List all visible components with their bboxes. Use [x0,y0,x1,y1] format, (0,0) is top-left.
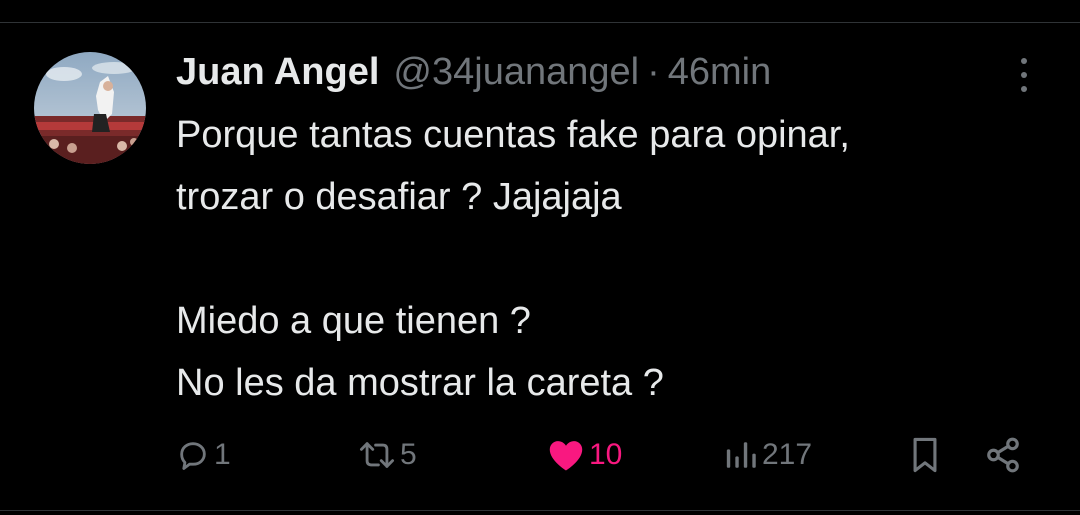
avatar[interactable] [34,52,146,164]
reply-count: 1 [214,438,231,471]
tweet-line: Porque tantas cuentas fake para opinar, [176,114,850,156]
author-name[interactable]: Juan Angel [176,46,379,98]
more-vertical-icon [1021,58,1027,64]
more-options-button[interactable] [1010,56,1038,94]
tweet-line: No les da mostrar la careta ? [176,362,664,404]
bottom-divider [0,510,1080,511]
like-button[interactable]: 10 [547,430,622,480]
views-button[interactable]: 217 [724,430,812,480]
bookmark-button[interactable] [908,430,942,480]
repost-icon [358,438,396,472]
tweet-line: trozar o desafiar ? Jajajaja [176,176,622,218]
tweet-header: Juan Angel @34juanangel · 46min [176,46,771,98]
bookmark-icon [908,436,942,474]
reply-icon [176,438,210,472]
reply-button[interactable]: 1 [176,430,231,480]
like-count: 10 [589,438,623,471]
heart-icon [547,438,585,472]
share-icon [984,436,1022,474]
timestamp[interactable]: 46min [668,46,772,98]
top-divider [0,22,1080,23]
repost-button[interactable]: 5 [358,430,417,480]
author-handle[interactable]: @34juanangel [393,46,639,98]
action-bar: 1 5 10 217 [0,430,1080,480]
tweet-text: Porque tantas cuentas fake para opinar, … [176,104,1056,414]
views-count: 217 [762,438,813,471]
repost-count: 5 [400,438,417,471]
share-button[interactable] [984,430,1022,480]
tweet-line: Miedo a que tienen ? [176,300,531,342]
separator-dot: · [647,51,660,93]
views-icon [724,438,758,472]
